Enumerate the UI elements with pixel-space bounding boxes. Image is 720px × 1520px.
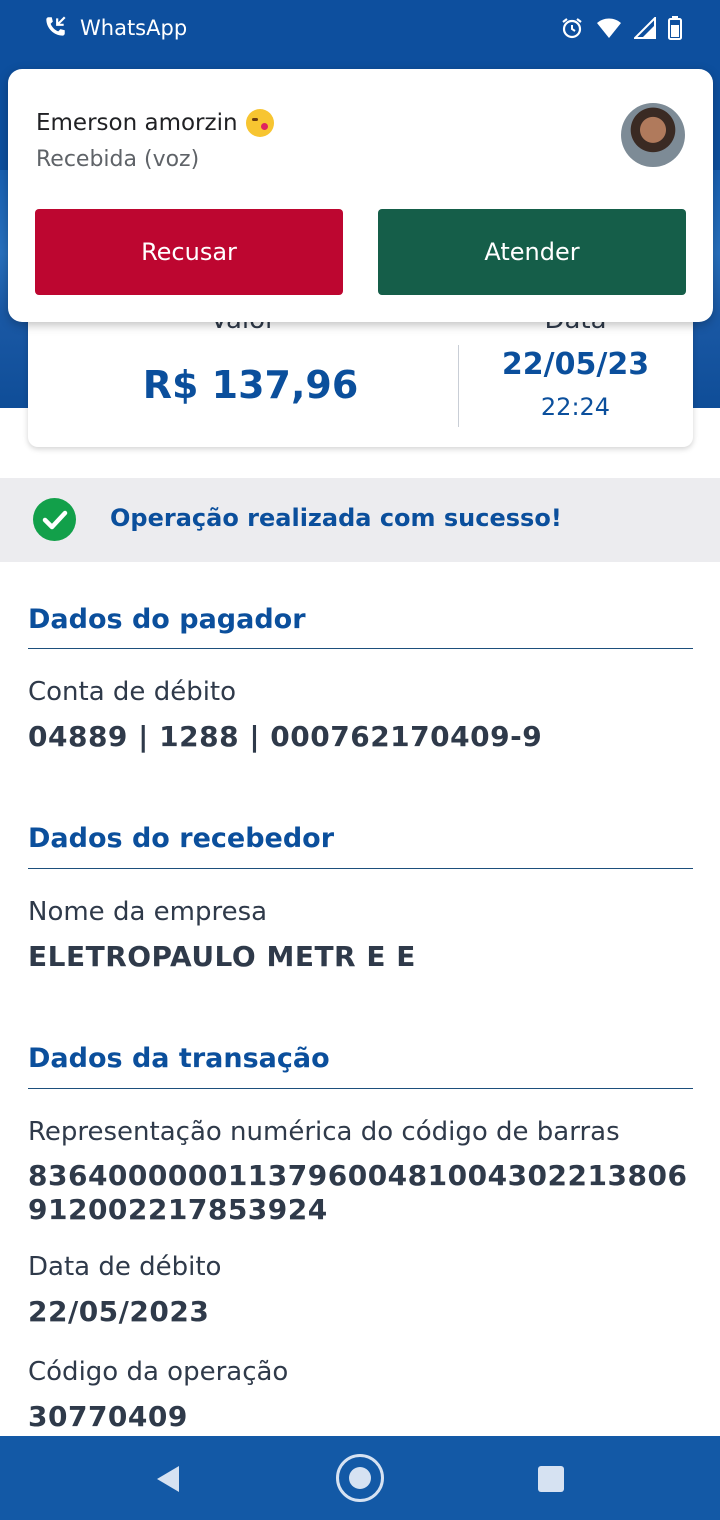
missed-call-icon — [46, 16, 66, 36]
operation-code-label: Código da operação — [28, 1357, 289, 1387]
success-message: Operação realizada com sucesso! — [110, 504, 562, 532]
call-type: Recebida (voz) — [36, 147, 200, 172]
back-icon[interactable] — [155, 1464, 181, 1494]
receiver-section-title: Dados do recebedor — [28, 823, 335, 854]
company-name-label: Nome da empresa — [28, 897, 268, 927]
caller-name: Emerson amorzin — [36, 110, 238, 136]
debit-account-label: Conta de débito — [28, 677, 237, 707]
status-icons — [560, 14, 682, 42]
section-divider — [28, 1088, 693, 1089]
payment-time: 22:24 — [540, 393, 611, 421]
alarm-icon — [562, 18, 582, 39]
recent-apps-icon[interactable] — [538, 1466, 564, 1492]
kissing-face-emoji-icon — [245, 109, 274, 137]
section-divider — [28, 648, 693, 649]
debit-date-value: 22/05/2023 — [28, 1295, 210, 1328]
debit-date-label: Data de débito — [28, 1252, 222, 1282]
operation-code-value: 30770409 — [28, 1400, 188, 1433]
transaction-section-title: Dados da transação — [28, 1043, 330, 1074]
status-bar: WhatsApp — [0, 0, 720, 58]
check-circle-icon — [33, 498, 76, 541]
caller-name-row: Emerson amorzin — [36, 109, 274, 137]
debit-account-value: 04889 | 1288 | 000762170409-9 — [28, 720, 543, 753]
payment-amount: R$ 137,96 — [142, 363, 359, 407]
section-divider — [28, 868, 693, 869]
payment-date: 22/05/23 — [501, 347, 650, 382]
caller-avatar — [621, 103, 685, 167]
notification-app-name: WhatsApp — [80, 16, 188, 40]
incoming-call-notification[interactable]: Emerson amorzin Recebida (voz) Recusar A… — [8, 69, 713, 322]
wifi-icon — [597, 18, 621, 38]
accept-call-button[interactable]: Atender — [378, 209, 686, 295]
signal-icon — [634, 17, 656, 39]
payer-section-title: Dados do pagador — [28, 604, 306, 635]
battery-icon — [668, 16, 682, 40]
success-banner: Operação realizada com sucesso! — [0, 478, 720, 562]
company-name-value: ELETROPAULO METR E E — [28, 940, 416, 973]
decline-call-button[interactable]: Recusar — [35, 209, 343, 295]
barcode-label: Representação numérica do código de barr… — [28, 1117, 620, 1147]
home-icon[interactable] — [336, 1454, 384, 1502]
navigation-bar — [0, 1436, 720, 1520]
barcode-value: 8364000000113796004810043022138069120022… — [28, 1159, 688, 1226]
